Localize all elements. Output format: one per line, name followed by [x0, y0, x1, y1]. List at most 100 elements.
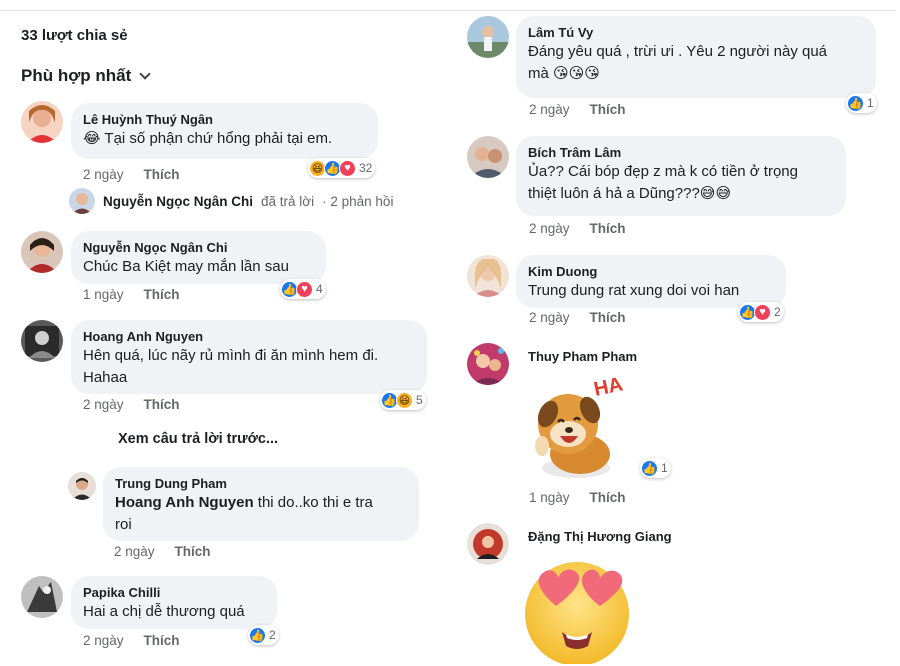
comment-time[interactable]: 2 ngày [83, 167, 124, 182]
comment-text: Chúc Ba Kiệt may mắn lần sau [83, 258, 289, 275]
reaction-summary[interactable]: 👍 1 [846, 93, 877, 113]
comment-bubble: Papika Chilli Hai a chị dễ thương quá [71, 576, 277, 629]
comment-time[interactable]: 2 ngày [83, 397, 124, 412]
comment-time[interactable]: 2 ngày [83, 633, 124, 648]
like-button[interactable]: Thích [144, 167, 180, 182]
like-button[interactable]: Thích [175, 544, 211, 559]
avatar[interactable] [467, 343, 509, 385]
sort-dropdown[interactable]: Phù hợp nhất [21, 66, 151, 86]
comment-text-line1: Hên quá, lúc nãy rủ mình đi ăn mình hem … [83, 347, 379, 364]
chevron-down-icon [139, 67, 151, 80]
reply-text: thi do..ko thi e tra [253, 494, 373, 511]
like-icon: 👍 [249, 626, 266, 644]
comment-text-line1: Ủa?? Cái bóp đẹp z mà k có tiền ở trọng [528, 163, 798, 180]
comment-text-line2: mà 😘😘😘 [528, 65, 600, 82]
reaction-count: 2 [269, 628, 276, 642]
like-button[interactable]: Thích [590, 221, 626, 236]
comment-author[interactable]: Nguyễn Ngọc Ngân Chi [83, 239, 314, 256]
left-comments-panel: 33 lượt chia sẻ Phù hợp nhất Lê Huỳnh Th… [0, 0, 452, 666]
like-button[interactable]: Thích [590, 310, 626, 325]
comment-meta: 2 ngày Thích [83, 633, 180, 648]
reaction-count: 1 [661, 461, 668, 475]
avatar[interactable] [467, 523, 509, 565]
like-icon: 👍 [641, 459, 658, 477]
reaction-count: 2 [774, 305, 781, 319]
comment-time[interactable]: 2 ngày [114, 544, 155, 559]
love-icon: ♥ [296, 280, 313, 298]
reaction-summary[interactable]: 😆 👍 ♥ 32 [308, 158, 376, 178]
comment-text: Trung dung rat xung doi voi han [528, 282, 740, 299]
comment-author[interactable]: Kim Duong [528, 263, 774, 280]
avatar[interactable] [21, 576, 63, 618]
comment-meta: 1 ngày Thích [529, 490, 626, 505]
comment-text: 😂 Tại số phận chứ hổng phải tại em. [83, 130, 333, 147]
avatar[interactable] [467, 255, 509, 297]
avatar[interactable] [21, 231, 63, 273]
comment-author[interactable]: Đặng Thị Hương Giang [528, 529, 672, 544]
mention-link[interactable]: Hoang Anh Nguyen [115, 494, 254, 511]
reaction-count: 5 [416, 393, 423, 407]
view-previous-replies-link[interactable]: Xem câu trả lời trước... [118, 431, 278, 447]
divider [0, 10, 452, 11]
comment-meta: 2 ngày Thích [529, 102, 626, 117]
reaction-summary[interactable]: 👍 1 [640, 458, 671, 478]
avatar[interactable] [467, 16, 509, 58]
like-button[interactable]: Thích [590, 102, 626, 117]
like-button[interactable]: Thích [590, 490, 626, 505]
comment-author[interactable]: Papika Chilli [83, 584, 265, 601]
comment-author[interactable]: Thuy Pham Pham [528, 349, 637, 364]
comment-meta: 1 ngày Thích [83, 287, 180, 302]
heart-eyes-emoji [518, 556, 636, 664]
reply-author: Nguyễn Ngọc Ngân Chi [103, 193, 254, 209]
comment-author[interactable]: Hoang Anh Nguyen [83, 328, 415, 345]
comment-bubble: Hoang Anh Nguyen Hên quá, lúc nãy rủ mìn… [71, 320, 427, 394]
avatar[interactable] [467, 136, 509, 178]
love-icon: ♥ [339, 159, 356, 177]
like-icon: 👍 [847, 94, 864, 112]
comment-bubble: Bích Trâm Lâm Ủa?? Cái bóp đẹp z mà k có… [516, 136, 846, 216]
comment-bubble: Nguyễn Ngọc Ngân Chi Chúc Ba Kiệt may mắ… [71, 231, 326, 284]
comment-time[interactable]: 1 ngày [83, 287, 124, 302]
comment-text: Hai a chị dễ thương quá [83, 603, 245, 620]
like-button[interactable]: Thích [144, 287, 180, 302]
haha-icon: 😆 [396, 391, 413, 409]
reaction-summary[interactable]: 👍 ♥ 2 [738, 302, 784, 322]
comment-author[interactable]: Bích Trâm Lâm [528, 144, 834, 161]
reply-text-line1: Hoang Anh Nguyen thi do..ko thi e tra [115, 492, 407, 514]
reply-bubble: Trung Dung Pham Hoang Anh Nguyen thi do.… [103, 467, 419, 541]
sticker-text: HA [592, 373, 625, 401]
comment-time[interactable]: 2 ngày [529, 221, 570, 236]
avatar [69, 188, 95, 214]
comment-author[interactable]: Trung Dung Pham [115, 475, 407, 492]
comment-meta: 2 ngày Thích [83, 167, 180, 182]
comment-bubble: Kim Duong Trung dung rat xung doi voi ha… [516, 255, 786, 308]
comment-time[interactable]: 2 ngày [529, 102, 570, 117]
reply-action: đã trả lời [261, 193, 315, 209]
comment-bubble: Lê Huỳnh Thuý Ngân 😂 Tại số phận chứ hổn… [71, 103, 378, 159]
dog-sticker: HA [524, 372, 630, 482]
reaction-summary[interactable]: 👍 2 [248, 625, 279, 645]
like-button[interactable]: Thích [144, 397, 180, 412]
comment-author[interactable]: Lê Huỳnh Thuý Ngân [83, 111, 366, 128]
comment-author[interactable]: Lâm Tú Vy [528, 24, 864, 41]
comment-bubble: Lâm Tú Vy Đáng yêu quá , trừi ưi . Yêu 2… [516, 16, 876, 98]
reply-summary[interactable]: Nguyễn Ngọc Ngân Chi đã trả lời · 2 phản… [69, 188, 393, 214]
like-button[interactable]: Thích [144, 633, 180, 648]
reaction-summary[interactable]: 👍 😆 5 [380, 390, 426, 410]
comment-meta: 2 ngày Thích [83, 397, 180, 412]
reaction-summary[interactable]: 👍 ♥ 4 [280, 279, 326, 299]
comment-text-line2: thiệt luôn á hả a Dũng???😅😅 [528, 185, 732, 202]
comment-time[interactable]: 1 ngày [529, 490, 570, 505]
comment-text-line1: Đáng yêu quá , trừi ưi . Yêu 2 người này… [528, 43, 828, 60]
comment-meta: 2 ngày Thích [114, 544, 211, 559]
love-icon: ♥ [754, 303, 771, 321]
avatar[interactable] [21, 320, 63, 362]
avatar[interactable] [21, 101, 63, 143]
comment-meta: 2 ngày Thích [529, 221, 626, 236]
avatar[interactable] [68, 472, 96, 500]
comment-meta: 2 ngày Thích [529, 310, 626, 325]
right-comments-panel: Lâm Tú Vy Đáng yêu quá , trừi ưi . Yêu 2… [452, 0, 900, 666]
share-count[interactable]: 33 lượt chia sẻ [21, 27, 128, 44]
comment-text-line2: Hahaa [83, 369, 128, 386]
comment-time[interactable]: 2 ngày [529, 310, 570, 325]
